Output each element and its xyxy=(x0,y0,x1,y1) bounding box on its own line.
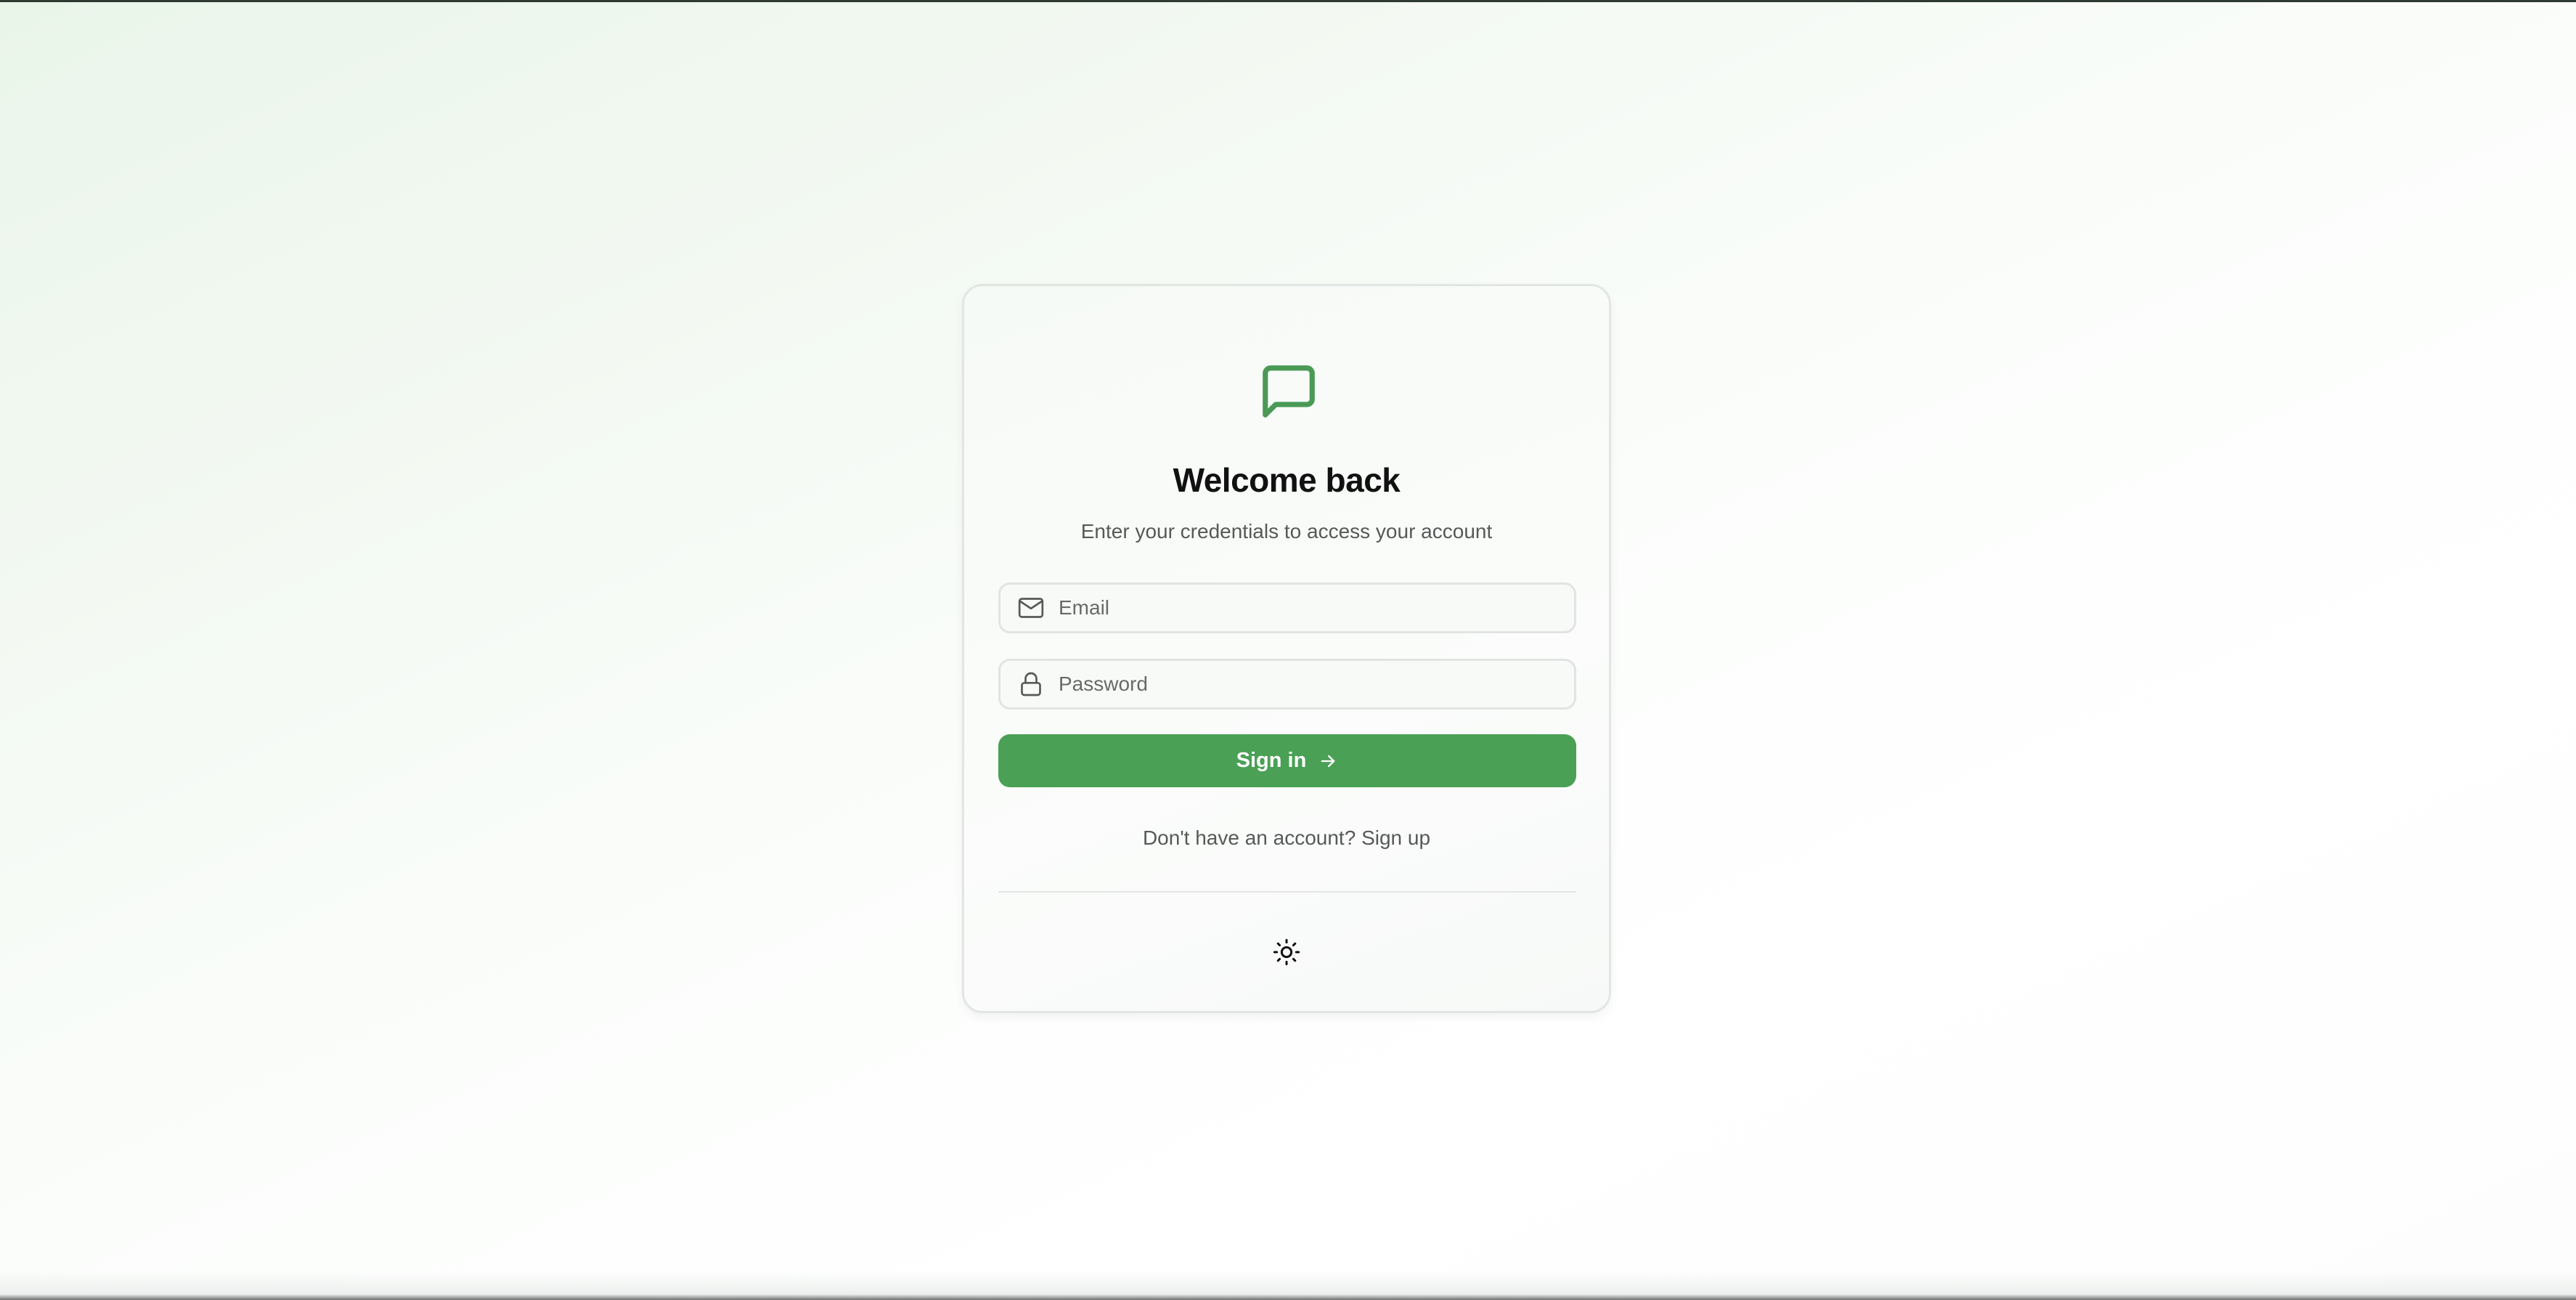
mail-icon xyxy=(1016,593,1046,622)
sign-up-link[interactable]: Sign up xyxy=(1361,826,1430,849)
sun-icon xyxy=(1272,938,1301,967)
password-input[interactable] xyxy=(1059,673,1552,696)
theme-toggle-button[interactable] xyxy=(1269,935,1304,970)
window-top-border xyxy=(0,0,2576,2)
sign-in-button[interactable]: Sign in xyxy=(998,734,1576,787)
arrow-right-icon xyxy=(1318,751,1338,771)
email-field[interactable] xyxy=(998,582,1576,633)
login-card: Welcome back Enter your credentials to a… xyxy=(962,284,1611,1013)
password-field[interactable] xyxy=(998,659,1576,710)
page-subtitle: Enter your credentials to access your ac… xyxy=(1080,520,1493,543)
sign-in-label: Sign in xyxy=(1236,749,1307,772)
signup-prompt: Don't have an account? Sign up xyxy=(964,826,1609,850)
page-title: Welcome back xyxy=(1173,461,1401,499)
message-square-icon xyxy=(1258,360,1320,423)
no-account-text: Don't have an account? xyxy=(1142,826,1356,849)
email-input[interactable] xyxy=(1059,596,1552,619)
window-bottom-edge xyxy=(0,1271,2576,1300)
lock-icon xyxy=(1016,670,1046,699)
divider xyxy=(998,891,1576,893)
